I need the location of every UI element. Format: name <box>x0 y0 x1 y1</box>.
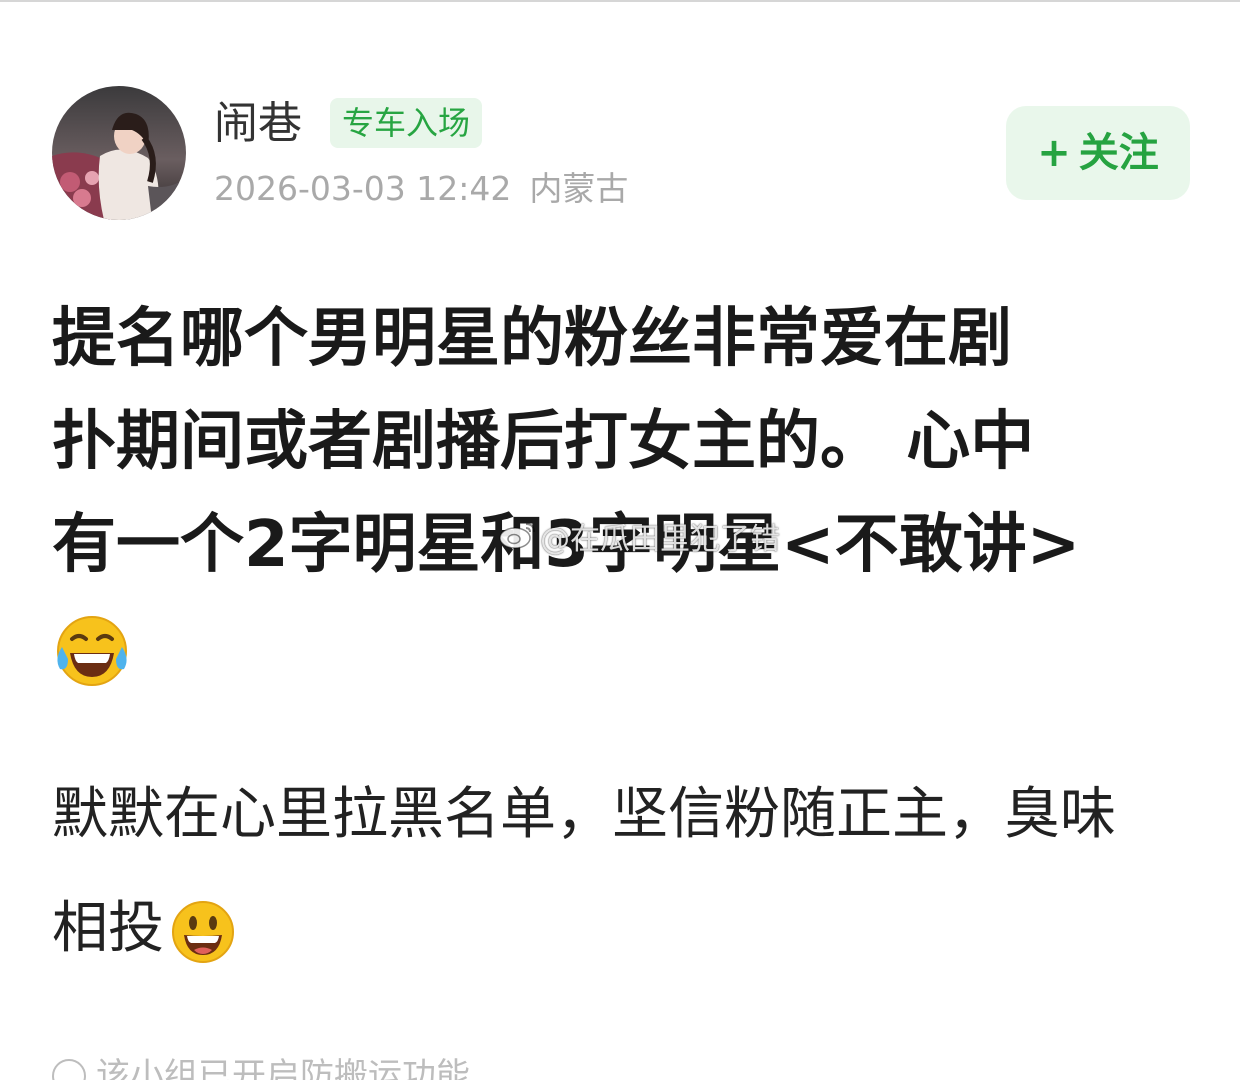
title-line-2: 扑期间或者剧播后打女主的。 心中 <box>52 405 1035 479</box>
body-line-2-text: 相投 <box>52 896 164 961</box>
info-icon <box>52 1058 86 1080</box>
post-timestamp: 2026-03-03 12:42 <box>214 169 512 208</box>
post-meta: 2026-03-03 12:42 内蒙古 <box>214 168 628 210</box>
avatar-photo <box>52 86 186 220</box>
follow-button[interactable]: + 关注 <box>1006 106 1190 200</box>
body-line-1: 默默在心里拉黑名单，坚信粉随正主，臭味 <box>52 782 1116 847</box>
post-page: 闹巷 专车入场 2026-03-03 12:42 内蒙古 + 关注 提名哪个男明星的… <box>0 0 1240 1080</box>
tears-of-joy-emoji-icon <box>52 611 132 691</box>
post-body: 默默在心里拉黑名单，坚信粉随正主，臭味 相投 <box>52 758 1172 986</box>
avatar[interactable] <box>52 86 186 220</box>
smiley-emoji-icon <box>170 899 236 965</box>
plus-icon: + <box>1037 130 1071 176</box>
title-line-1: 提名哪个男明星的粉丝非常爱在剧 <box>52 302 1012 376</box>
author-name[interactable]: 闹巷 <box>214 96 302 152</box>
watermark: @在瓜田里犯了错 <box>498 518 780 563</box>
watermark-text: @在瓜田里犯了错 <box>540 522 780 557</box>
post-location: 内蒙古 <box>529 169 629 208</box>
weibo-logo-icon <box>498 518 538 563</box>
top-divider <box>0 0 1240 2</box>
footer-notice-text: 该小组已开启防搬运功能 <box>96 1056 470 1080</box>
footer-notice: 该小组已开启防搬运功能 <box>52 1054 470 1080</box>
author-badge: 专车入场 <box>330 98 483 148</box>
follow-label: 关注 <box>1078 130 1159 176</box>
body-line-2: 相投 <box>52 872 1172 986</box>
title-line-4 <box>52 597 1172 700</box>
post-title: 提名哪个男明星的粉丝非常爱在剧 扑期间或者剧播后打女主的。 心中 有一个2字明星… <box>52 288 1172 700</box>
